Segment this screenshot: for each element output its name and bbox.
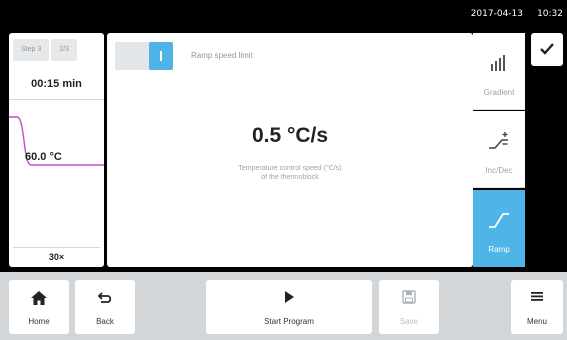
tab-ramp[interactable]: Ramp xyxy=(473,190,525,267)
divider xyxy=(9,99,104,100)
step-label: Step 3 xyxy=(13,39,50,61)
ramp-speed-value[interactable]: 0.5 °C/s xyxy=(107,124,473,148)
start-program-label: Start Program xyxy=(264,317,314,326)
save-label: Save xyxy=(399,317,419,326)
ramp-limit-label: Ramp speed limit xyxy=(191,51,253,60)
status-date: 2017-04-13 xyxy=(470,9,523,19)
toggle-knob xyxy=(149,42,173,70)
step-header: Step 3 2/3 xyxy=(13,39,77,61)
confirm-button[interactable] xyxy=(531,33,563,66)
menu-icon xyxy=(531,292,543,301)
ramp-limit-toggle[interactable] xyxy=(115,42,173,70)
home-label: Home xyxy=(28,317,50,326)
tab-gradient[interactable]: Gradient xyxy=(473,33,525,110)
ramp-description: Temperature control speed (°C/s) of the … xyxy=(187,164,393,182)
gradient-icon xyxy=(491,55,505,71)
ramp-description-line1: Temperature control speed (°C/s) xyxy=(238,165,342,172)
tab-ramp-label: Ramp xyxy=(488,245,510,254)
home-button[interactable]: Home xyxy=(9,280,69,334)
start-program-button[interactable]: Start Program xyxy=(206,280,372,334)
cycle-count: 30× xyxy=(13,247,100,265)
save-button[interactable]: Save xyxy=(379,280,439,334)
step-position: 2/3 xyxy=(51,39,77,61)
step-duration: 00:15 min xyxy=(31,78,82,90)
bottom-toolbar: Home Back Start Program Save Menu xyxy=(0,272,567,340)
checkmark-icon xyxy=(540,43,554,55)
ramp-icon xyxy=(489,213,509,228)
menu-label: Menu xyxy=(526,317,547,326)
step-panel[interactable]: Step 3 2/3 00:15 min 60.0 °C 30× xyxy=(9,33,104,267)
back-button[interactable]: Back xyxy=(75,280,135,334)
status-bar: 2017-04-13 10:32 xyxy=(0,0,567,28)
save-icon xyxy=(402,290,416,304)
ramp-settings-panel: Ramp speed limit 0.5 °C/s Temperature co… xyxy=(107,33,473,267)
home-icon xyxy=(31,291,47,305)
status-time: 10:32 xyxy=(537,9,563,19)
toggle-on-indicator xyxy=(160,51,162,61)
ramp-description-line2: of the thermoblock xyxy=(261,174,319,181)
back-label: Back xyxy=(96,317,114,326)
tab-inc-dec[interactable]: Inc/Dec xyxy=(473,111,525,188)
temperature-profile-curve xyxy=(9,116,104,166)
step-temperature: 60.0 °C xyxy=(25,151,62,163)
menu-button[interactable]: Menu xyxy=(511,280,563,334)
inc-dec-icon xyxy=(489,132,508,149)
play-icon xyxy=(285,291,294,303)
tab-inc-dec-label: Inc/Dec xyxy=(485,166,513,175)
tab-gradient-label: Gradient xyxy=(483,88,515,97)
side-tabs: Gradient Inc/Dec Ramp xyxy=(473,33,525,267)
back-icon xyxy=(97,292,112,303)
